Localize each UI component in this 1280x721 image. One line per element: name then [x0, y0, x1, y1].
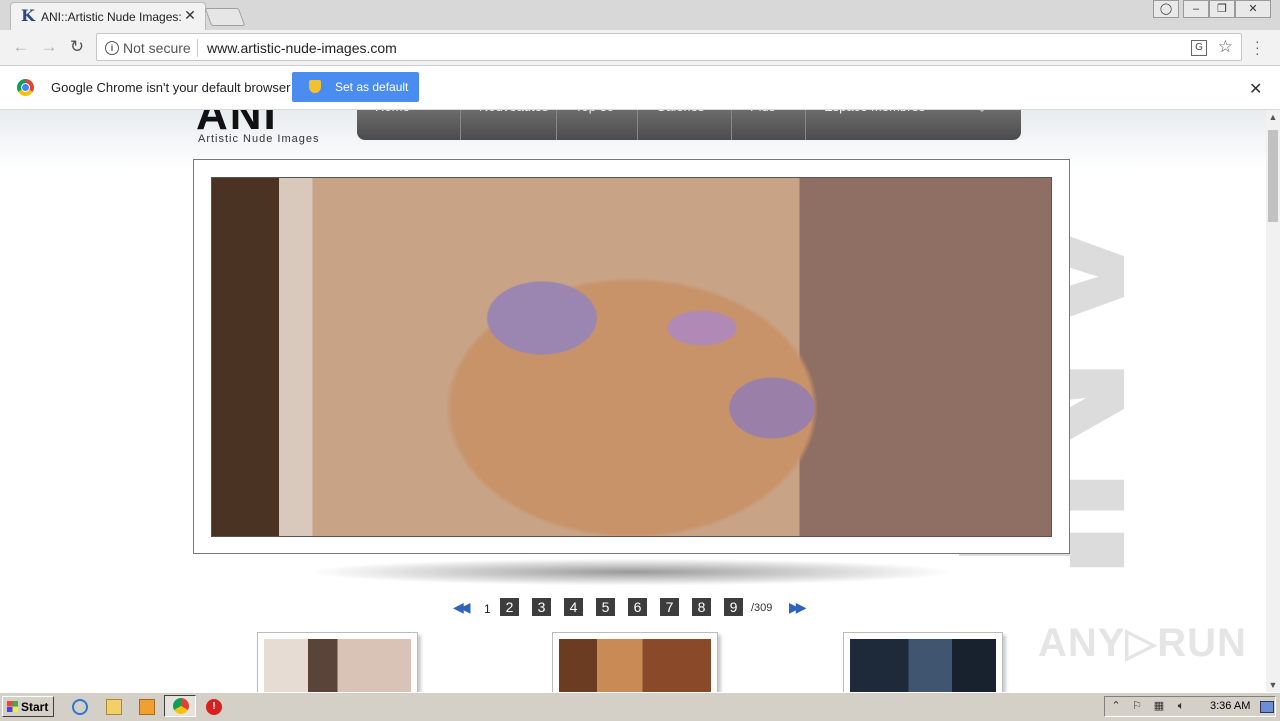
network-icon[interactable]: ▦ — [1152, 700, 1166, 713]
new-tab-button[interactable] — [204, 8, 246, 26]
taskbar-chrome-window[interactable] — [164, 695, 196, 717]
start-label: Start — [21, 700, 49, 714]
back-arrow-icon[interactable]: ← — [12, 38, 30, 56]
minimize-button[interactable]: – — [1183, 0, 1209, 18]
close-tab-icon[interactable]: ✕ — [183, 8, 197, 22]
chevron-down-icon[interactable] — [975, 110, 989, 112]
volume-icon[interactable]: 🔈︎ — [1174, 700, 1188, 713]
title-bar: K ANI::Artistic Nude Images:: ✕ ◯ – ❐ ✕ — [0, 0, 1280, 30]
page-scrollbar[interactable]: ▲ ▼ — [1266, 110, 1280, 692]
divider — [197, 39, 198, 57]
reload-icon[interactable]: ↻ — [68, 38, 86, 56]
nav-espace-membres[interactable]: Espace Membres — [806, 110, 966, 140]
nav-nouveautes[interactable]: Nouveautés — [461, 110, 557, 140]
current-page: 1 — [484, 602, 491, 616]
default-browser-infobar: Google Chrome isn't your default browser… — [0, 66, 1280, 110]
forward-arrow-icon[interactable]: → — [40, 38, 58, 56]
set-as-default-button[interactable]: Set as default — [292, 72, 419, 102]
nav-home[interactable]: Home — [357, 110, 461, 140]
bookmark-star-icon[interactable]: ☆ — [1218, 37, 1233, 57]
page-link-8[interactable]: 8 — [692, 598, 711, 616]
nav-plus[interactable]: Plus — [732, 110, 806, 140]
profile-icon[interactable]: ◯ — [1153, 0, 1179, 18]
scroll-down-icon[interactable]: ▼ — [1266, 678, 1280, 692]
close-infobar-icon[interactable]: ✕ — [1249, 79, 1262, 99]
address-bar[interactable]: i Not secure www.artistic-nude-images.co… — [96, 33, 1242, 61]
translate-icon[interactable]: G — [1191, 40, 1207, 56]
web-page: ANI ANI ANI Artistic Nude Images Home No… — [0, 110, 1266, 692]
internet-explorer-icon[interactable] — [72, 699, 88, 715]
thumbnail-image — [264, 639, 411, 692]
opera-icon[interactable]: ! — [206, 699, 222, 715]
site-favicon-icon: K — [21, 6, 35, 25]
url-text[interactable]: www.artistic-nude-images.com — [207, 40, 397, 56]
security-status[interactable]: Not secure — [123, 40, 191, 56]
page-link-5[interactable]: 5 — [596, 598, 615, 616]
page-link-4[interactable]: 4 — [564, 598, 583, 616]
chrome-logo-icon — [17, 79, 34, 96]
page-link-9[interactable]: 9 — [724, 598, 743, 616]
show-hidden-icons-icon[interactable]: ⌃ — [1109, 700, 1123, 713]
windows-logo-icon — [7, 701, 18, 712]
thumbnail-image — [850, 639, 996, 692]
shield-icon — [309, 80, 321, 93]
gallery-thumbnail[interactable] — [552, 632, 718, 692]
site-navigation: Home Nouveautés Top 30 Galeries Plus Esp… — [357, 110, 1021, 140]
start-button[interactable]: Start — [2, 696, 54, 717]
browser-tab-active[interactable]: K ANI::Artistic Nude Images:: ✕ — [10, 2, 206, 30]
page-link-6[interactable]: 6 — [628, 598, 647, 616]
last-page-icon[interactable]: ▶▶ — [789, 599, 806, 616]
page-total: /309 — [751, 602, 773, 614]
gallery-thumbnail[interactable] — [257, 632, 418, 692]
chrome-icon — [173, 698, 189, 714]
anyrun-watermark: ANY▷RUN — [1038, 621, 1247, 665]
page-link-2[interactable]: 2 — [500, 598, 519, 616]
system-tray: ⌃ ⚐ ▦ 🔈︎ 3:36 AM — [1104, 696, 1276, 717]
nav-top-30[interactable]: Top 30 — [557, 110, 638, 140]
action-center-flag-icon[interactable]: ⚐ — [1130, 700, 1144, 713]
page-link-7[interactable]: 7 — [660, 598, 679, 616]
set-as-default-label: Set as default — [335, 80, 409, 94]
show-desktop-icon[interactable] — [1260, 701, 1274, 713]
folder-icon[interactable] — [106, 699, 122, 715]
tab-title: ANI::Artistic Nude Images:: — [41, 10, 181, 24]
featured-image-frame — [193, 159, 1070, 554]
restore-button[interactable]: ❐ — [1209, 0, 1235, 18]
windows-taskbar: Start ! ⌃ ⚐ ▦ 🔈︎ 3:36 AM — [0, 692, 1280, 721]
featured-image[interactable] — [211, 177, 1052, 537]
site-logo-subtitle: Artistic Nude Images — [198, 133, 320, 145]
frame-shadow — [193, 556, 1070, 596]
scroll-thumb[interactable] — [1268, 130, 1278, 222]
thumbnail-image — [559, 639, 711, 692]
info-icon[interactable]: i — [105, 41, 119, 55]
close-window-button[interactable]: ✕ — [1235, 0, 1271, 18]
gallery-thumbnail[interactable] — [843, 632, 1003, 692]
clock[interactable]: 3:36 AM — [1210, 700, 1250, 712]
scroll-up-icon[interactable]: ▲ — [1266, 110, 1280, 124]
media-player-icon[interactable] — [139, 699, 155, 715]
menu-kebab-icon[interactable]: · · · — [1255, 34, 1261, 60]
pagination: ◀◀ 1 2 3 4 5 6 7 8 9 /309 ▶▶ — [0, 597, 1266, 617]
infobar-message: Google Chrome isn't your default browser — [51, 80, 291, 95]
nav-galeries[interactable]: Galeries — [638, 110, 732, 140]
page-link-3[interactable]: 3 — [532, 598, 551, 616]
browser-toolbar: ← → ↻ i Not secure www.artistic-nude-ima… — [0, 30, 1280, 66]
first-page-icon[interactable]: ◀◀ — [453, 599, 470, 616]
